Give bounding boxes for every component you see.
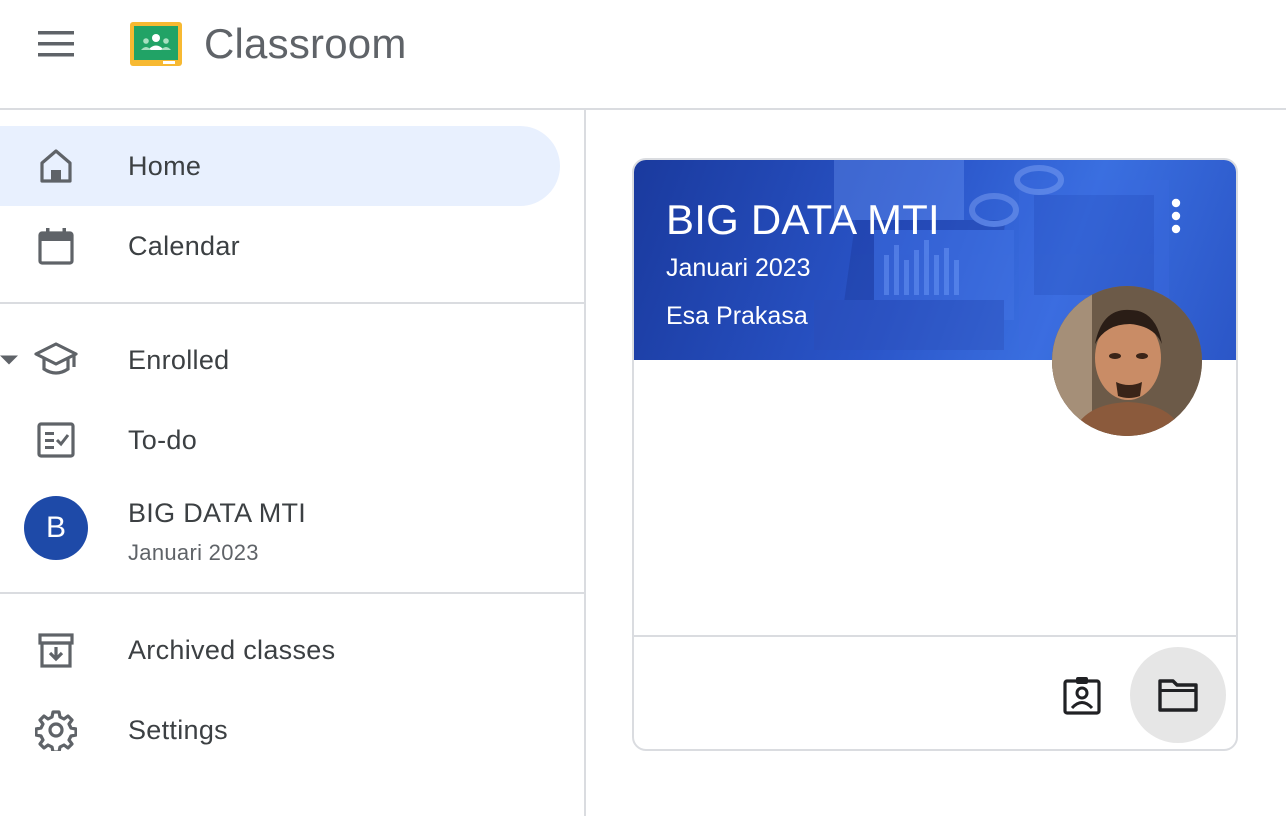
class-avatar: B bbox=[24, 496, 88, 560]
top-app-bar: Classroom bbox=[0, 0, 1286, 110]
todo-list-icon bbox=[34, 418, 78, 462]
more-vert-icon bbox=[1171, 198, 1181, 234]
main-menu-button[interactable] bbox=[22, 20, 90, 68]
school-hat-icon bbox=[34, 338, 78, 382]
folder-icon bbox=[1158, 679, 1198, 712]
hamburger-menu-icon bbox=[38, 31, 74, 57]
sidebar-item-settings[interactable]: Settings bbox=[0, 690, 560, 770]
assignment-ind-icon bbox=[1063, 677, 1101, 715]
sidebar-item-calendar[interactable]: Calendar bbox=[0, 206, 560, 286]
sidebar-item-archived-classes[interactable]: Archived classes bbox=[0, 610, 560, 690]
sidebar-item-label: To-do bbox=[128, 424, 198, 455]
sidebar-divider bbox=[0, 302, 584, 304]
sidebar-item-label: Archived classes bbox=[128, 634, 336, 665]
sidebar-item-label: Home bbox=[128, 150, 202, 181]
sidebar-item-enrolled[interactable]: Enrolled bbox=[0, 320, 560, 400]
sidebar-item-label: Settings bbox=[128, 714, 228, 745]
class-card-teacher: Esa Prakasa bbox=[666, 302, 808, 330]
open-your-work-button[interactable] bbox=[1034, 647, 1130, 743]
sidebar-divider bbox=[0, 592, 584, 594]
archive-icon bbox=[34, 628, 78, 672]
teacher-avatar bbox=[1052, 286, 1202, 436]
class-section: Januari 2023 bbox=[128, 540, 259, 565]
sidebar-item-label: Calendar bbox=[128, 230, 240, 261]
navigation-drawer: Home Calendar Enrolled To-do B BIG DATA … bbox=[0, 110, 586, 816]
sidebar-item-label: Enrolled bbox=[128, 344, 230, 375]
app-title[interactable]: Classroom bbox=[204, 18, 407, 70]
sidebar-item-home[interactable]: Home bbox=[0, 126, 560, 206]
class-card-title[interactable]: BIG DATA MTI bbox=[666, 194, 940, 246]
home-icon bbox=[34, 144, 78, 188]
class-card-section: Januari 2023 bbox=[666, 254, 811, 282]
class-name: BIG DATA MTI bbox=[128, 498, 307, 528]
open-class-folder-button[interactable] bbox=[1130, 647, 1226, 743]
card-more-options-button[interactable] bbox=[1158, 194, 1194, 238]
class-card[interactable]: BIG DATA MTI Januari 2023 Esa Prakasa bbox=[632, 158, 1238, 751]
expand-caret-icon[interactable] bbox=[0, 355, 18, 365]
class-card-footer bbox=[634, 635, 1236, 749]
calendar-icon bbox=[34, 224, 78, 268]
sidebar-item-class-big-data-mti[interactable]: B BIG DATA MTI Januari 2023 bbox=[0, 488, 560, 568]
sidebar-item-todo[interactable]: To-do bbox=[0, 400, 560, 480]
gear-icon bbox=[34, 708, 78, 752]
classroom-logo-icon[interactable] bbox=[130, 22, 182, 66]
